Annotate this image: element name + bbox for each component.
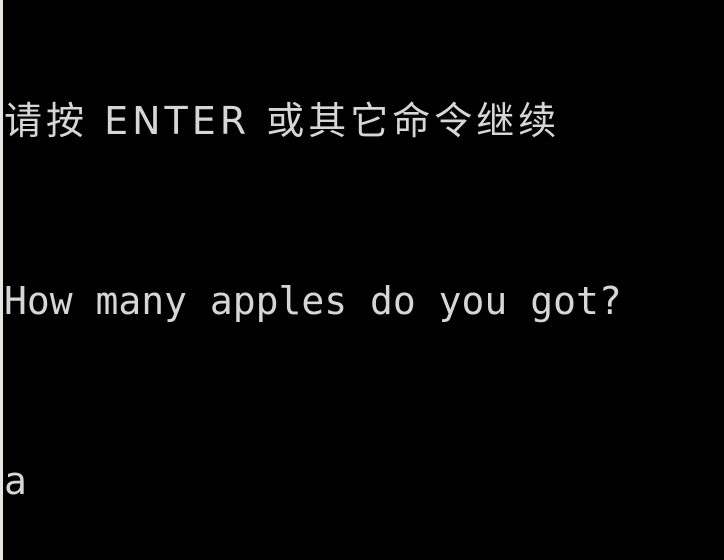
- terminal-output-area: 请按 ENTER 或其它命令继续 How many apples do you …: [4, 0, 724, 560]
- prompt-text-clipped: 请按 ENTER 或其它命令继续: [4, 99, 561, 143]
- terminal-window[interactable]: 请按 ENTER 或其它命令继续 How many apples do you …: [0, 0, 724, 560]
- terminal-line-input-a: a: [4, 459, 724, 504]
- question-apples-text: How many apples do you got?: [4, 279, 622, 323]
- terminal-line-question-apples: How many apples do you got?: [4, 279, 724, 324]
- terminal-left-edge: [0, 0, 3, 560]
- input-a-text: a: [4, 459, 27, 503]
- terminal-line-prompt-clipped: 请按 ENTER 或其它命令继续: [4, 99, 724, 144]
